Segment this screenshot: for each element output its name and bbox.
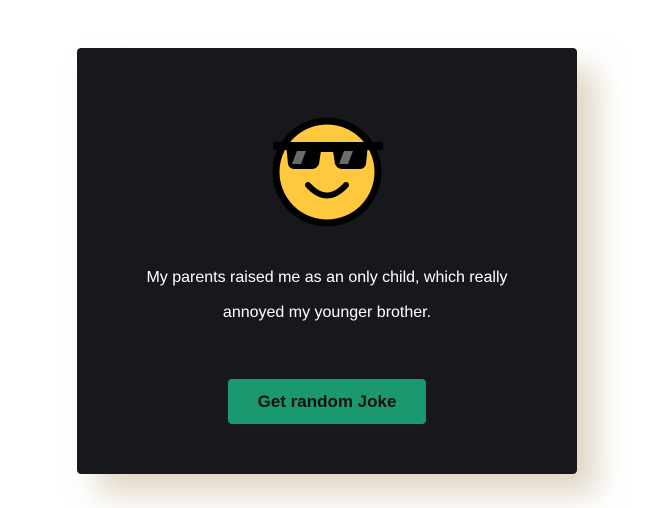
get-random-joke-button[interactable]: Get random Joke <box>228 379 426 424</box>
joke-card: My parents raised me as an only child, w… <box>77 48 577 474</box>
stray-text: z <box>117 362 124 377</box>
joke-text: My parents raised me as an only child, w… <box>146 269 508 321</box>
sunglasses-emoji-icon <box>269 114 385 230</box>
